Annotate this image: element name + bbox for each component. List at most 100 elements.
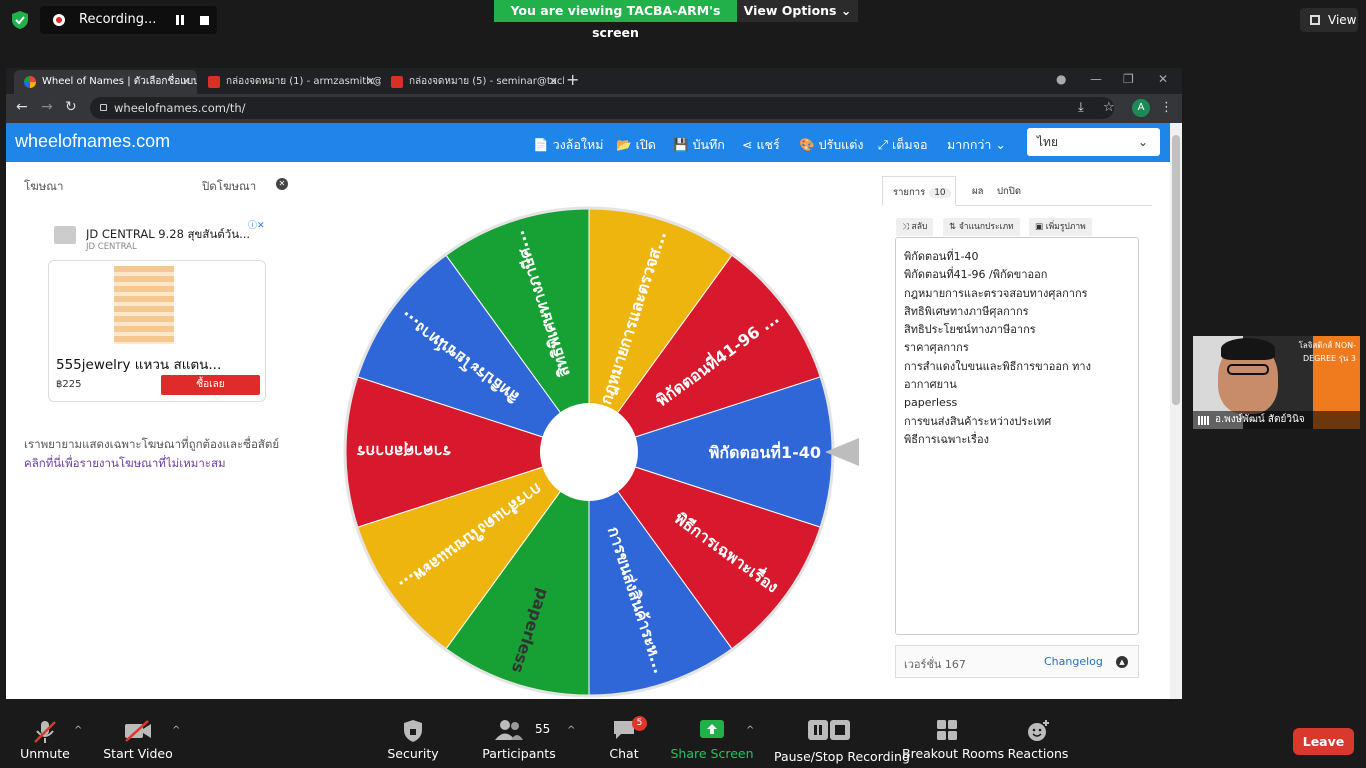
- sort-button[interactable]: ⇅ จำแนกประเภท: [943, 218, 1020, 236]
- tab-entries[interactable]: รายการ 10: [882, 176, 956, 206]
- reload-icon[interactable]: ↻: [65, 99, 77, 115]
- entry-line: สิทธิพิเศษทางภาษีศุลกากร: [904, 304, 1029, 318]
- view-options-label: View Options: [743, 3, 837, 18]
- wheel-favicon-icon: [24, 76, 36, 88]
- tab-gmail-1[interactable]: กล่องจดหมาย (1) - armzasmith@gmail ✕: [198, 70, 381, 94]
- nav-fullscreen[interactable]: ⤢ เต็มจอ: [878, 135, 927, 155]
- close-window-icon[interactable]: ✕: [1158, 72, 1168, 86]
- close-tab-icon[interactable]: ✕: [549, 70, 558, 94]
- participants-label: Participants: [482, 746, 556, 761]
- tab-entries-label: รายการ: [893, 187, 926, 198]
- url-field[interactable]: wheelofnames.com/th/: [90, 97, 1114, 119]
- video-options-caret[interactable]: ^: [172, 725, 180, 736]
- tab-wheel-of-names[interactable]: Wheel of Names | ตัวเลือกชื่อแบบสุ่ม ✕: [14, 70, 197, 94]
- reactions-button[interactable]: Reactions: [993, 699, 1083, 768]
- recording-indicator: Recording...: [40, 6, 217, 34]
- participants-caret[interactable]: ^: [567, 725, 575, 736]
- recording-control-label: Pause/Stop Recording: [774, 749, 910, 764]
- tab-results[interactable]: ผล: [972, 184, 983, 199]
- ad-unit[interactable]: ⓘ✕ JD CENTRAL 9.28 สุขสันต์วัน... JD CEN…: [48, 218, 268, 403]
- share-screen-button[interactable]: Share Screen: [667, 699, 757, 768]
- language-select[interactable]: ไทย ⌄: [1027, 128, 1160, 156]
- participants-button[interactable]: 55 Participants: [474, 699, 564, 768]
- close-tab-icon[interactable]: ✕: [366, 70, 375, 94]
- entry-line: การขนส่งสินค้าระหว่างประเทศ: [904, 414, 1052, 428]
- browser-window: Wheel of Names | ตัวเลือกชื่อแบบสุ่ม ✕ ก…: [6, 68, 1182, 699]
- url-text: wheelofnames.com/th/: [114, 101, 246, 115]
- scrollbar-thumb[interactable]: [1172, 135, 1180, 405]
- close-tab-icon[interactable]: ✕: [182, 70, 191, 94]
- recording-label: Recording...: [79, 12, 157, 27]
- start-video-label: Start Video: [103, 746, 173, 761]
- unmute-label: Unmute: [20, 746, 70, 761]
- nav-customize[interactable]: 🎨 ปรับแต่ง: [799, 135, 863, 155]
- page-scrollbar[interactable]: [1170, 123, 1182, 699]
- pause-icon[interactable]: [173, 13, 187, 27]
- chat-badge: 5: [632, 716, 647, 731]
- nav-new-wheel[interactable]: 📄 วงล้อใหม่: [533, 135, 603, 155]
- language-value: ไทย: [1037, 135, 1058, 149]
- bookmark-star-icon[interactable]: ☆: [1103, 100, 1115, 115]
- ad-disclaimer: เราพยายามแสดงเฉพาะโฆษณาที่ถูกต้องและซื่อ…: [24, 437, 280, 451]
- chat-button[interactable]: 5 Chat: [579, 699, 669, 768]
- share-options-caret[interactable]: ^: [746, 725, 754, 736]
- start-video-button[interactable]: Start Video: [93, 699, 183, 768]
- participants-icon: [495, 720, 523, 740]
- close-ad-icon[interactable]: ✕: [276, 178, 288, 190]
- changelog-toggle-icon[interactable]: ▲: [1116, 656, 1128, 668]
- entry-line: พิกัดตอนที่1-40: [904, 250, 979, 263]
- nav-share[interactable]: ⋖ แชร์: [742, 135, 780, 155]
- stop-icon[interactable]: [200, 16, 209, 25]
- site-logo[interactable]: wheelofnames.com: [15, 131, 170, 152]
- forward-icon[interactable]: →: [41, 99, 53, 115]
- tab-title: กล่องจดหมาย (5) - seminar@tacba: [409, 76, 564, 87]
- nav-save[interactable]: 💾 บันทึก: [673, 135, 725, 155]
- add-image-button[interactable]: ▣ เพิ่มรูปภาพ: [1029, 218, 1092, 236]
- view-options-button[interactable]: View Options ⌄: [737, 0, 858, 22]
- leave-button[interactable]: Leave: [1293, 728, 1354, 755]
- profile-avatar[interactable]: A: [1132, 99, 1150, 117]
- changelog-link[interactable]: Changelog: [1044, 655, 1103, 668]
- participant-video-tile[interactable]: โลจิสติกส์ NON-DEGREE รุ่น 3 อ.พงษ์พัฒน์…: [1193, 336, 1360, 429]
- tab-gmail-2[interactable]: กล่องจดหมาย (5) - seminar@tacba ✕: [381, 70, 564, 94]
- entries-textarea[interactable]: พิกัดตอนที่1-40 พิกัดตอนที่41-96 /พิกัดขา…: [895, 237, 1139, 635]
- pause-stop-icon: [808, 720, 850, 740]
- minimize-icon[interactable]: —: [1090, 72, 1102, 86]
- extensions-icon[interactable]: ●: [1056, 72, 1066, 86]
- ad-product-name: 555jewelry แหวน สแตน...: [56, 357, 222, 373]
- video-background-text: โลจิสติกส์ NON-DEGREE รุ่น 3: [1298, 341, 1356, 363]
- nav-more[interactable]: มากกว่า ⌄: [947, 135, 1006, 155]
- breakout-rooms-button[interactable]: Breakout Rooms: [902, 699, 1004, 768]
- folder-icon: 📂: [616, 137, 632, 152]
- view-label: View: [1328, 13, 1357, 27]
- wheel-center-hub[interactable]: [540, 403, 638, 501]
- ad-product-image: [114, 266, 174, 344]
- security-button[interactable]: Security: [368, 699, 458, 768]
- shield-icon[interactable]: [10, 10, 30, 30]
- ad-card[interactable]: 555jewelry แหวน สแตน... ฿225 ซื้อเลย: [48, 260, 266, 402]
- install-icon[interactable]: ⤓: [1078, 100, 1084, 115]
- lock-icon[interactable]: [100, 104, 107, 111]
- entry-line: paperless: [904, 396, 958, 410]
- view-button[interactable]: View: [1300, 8, 1358, 32]
- zoom-top-bar: Recording... You are viewing TACBA-ARM's…: [0, 0, 1366, 68]
- nav-open[interactable]: 📂 เปิด: [616, 135, 656, 155]
- share-screen-label: Share Screen: [670, 746, 754, 761]
- audio-options-caret[interactable]: ^: [74, 725, 82, 736]
- share-icon: ⋖: [742, 137, 753, 152]
- entries-count-badge: 10: [929, 188, 951, 198]
- new-tab-button[interactable]: +: [566, 70, 579, 89]
- entry-line: ราคาศุลกากร: [904, 341, 969, 355]
- close-ad-link[interactable]: ปิดโฆษณา: [202, 178, 256, 196]
- nav-label: ปรับแต่ง: [818, 137, 864, 152]
- back-icon[interactable]: ←: [16, 99, 28, 115]
- wheel-of-names[interactable]: พิกัดตอนที่1-40พิธีการเฉพาะเรื่องการขนส่…: [339, 206, 869, 699]
- menu-dots-icon[interactable]: ⋮: [1160, 100, 1173, 115]
- zoom-bottom-bar: Unmute ^ Start Video ^ Security 55 Parti…: [0, 699, 1366, 768]
- tab-hide[interactable]: ปกปิด: [997, 184, 1021, 199]
- ad-buy-button[interactable]: ซื้อเลย: [161, 375, 260, 395]
- report-ad-link[interactable]: คลิกที่นี่เพื่อรายงานโฆษณาที่ไม่เหมาะสม: [24, 455, 226, 473]
- restore-icon[interactable]: ❐: [1123, 72, 1134, 86]
- shuffle-button[interactable]: ⤨ สลับ: [896, 218, 934, 236]
- pause-stop-recording-button[interactable]: Pause/Stop Recording: [774, 699, 910, 768]
